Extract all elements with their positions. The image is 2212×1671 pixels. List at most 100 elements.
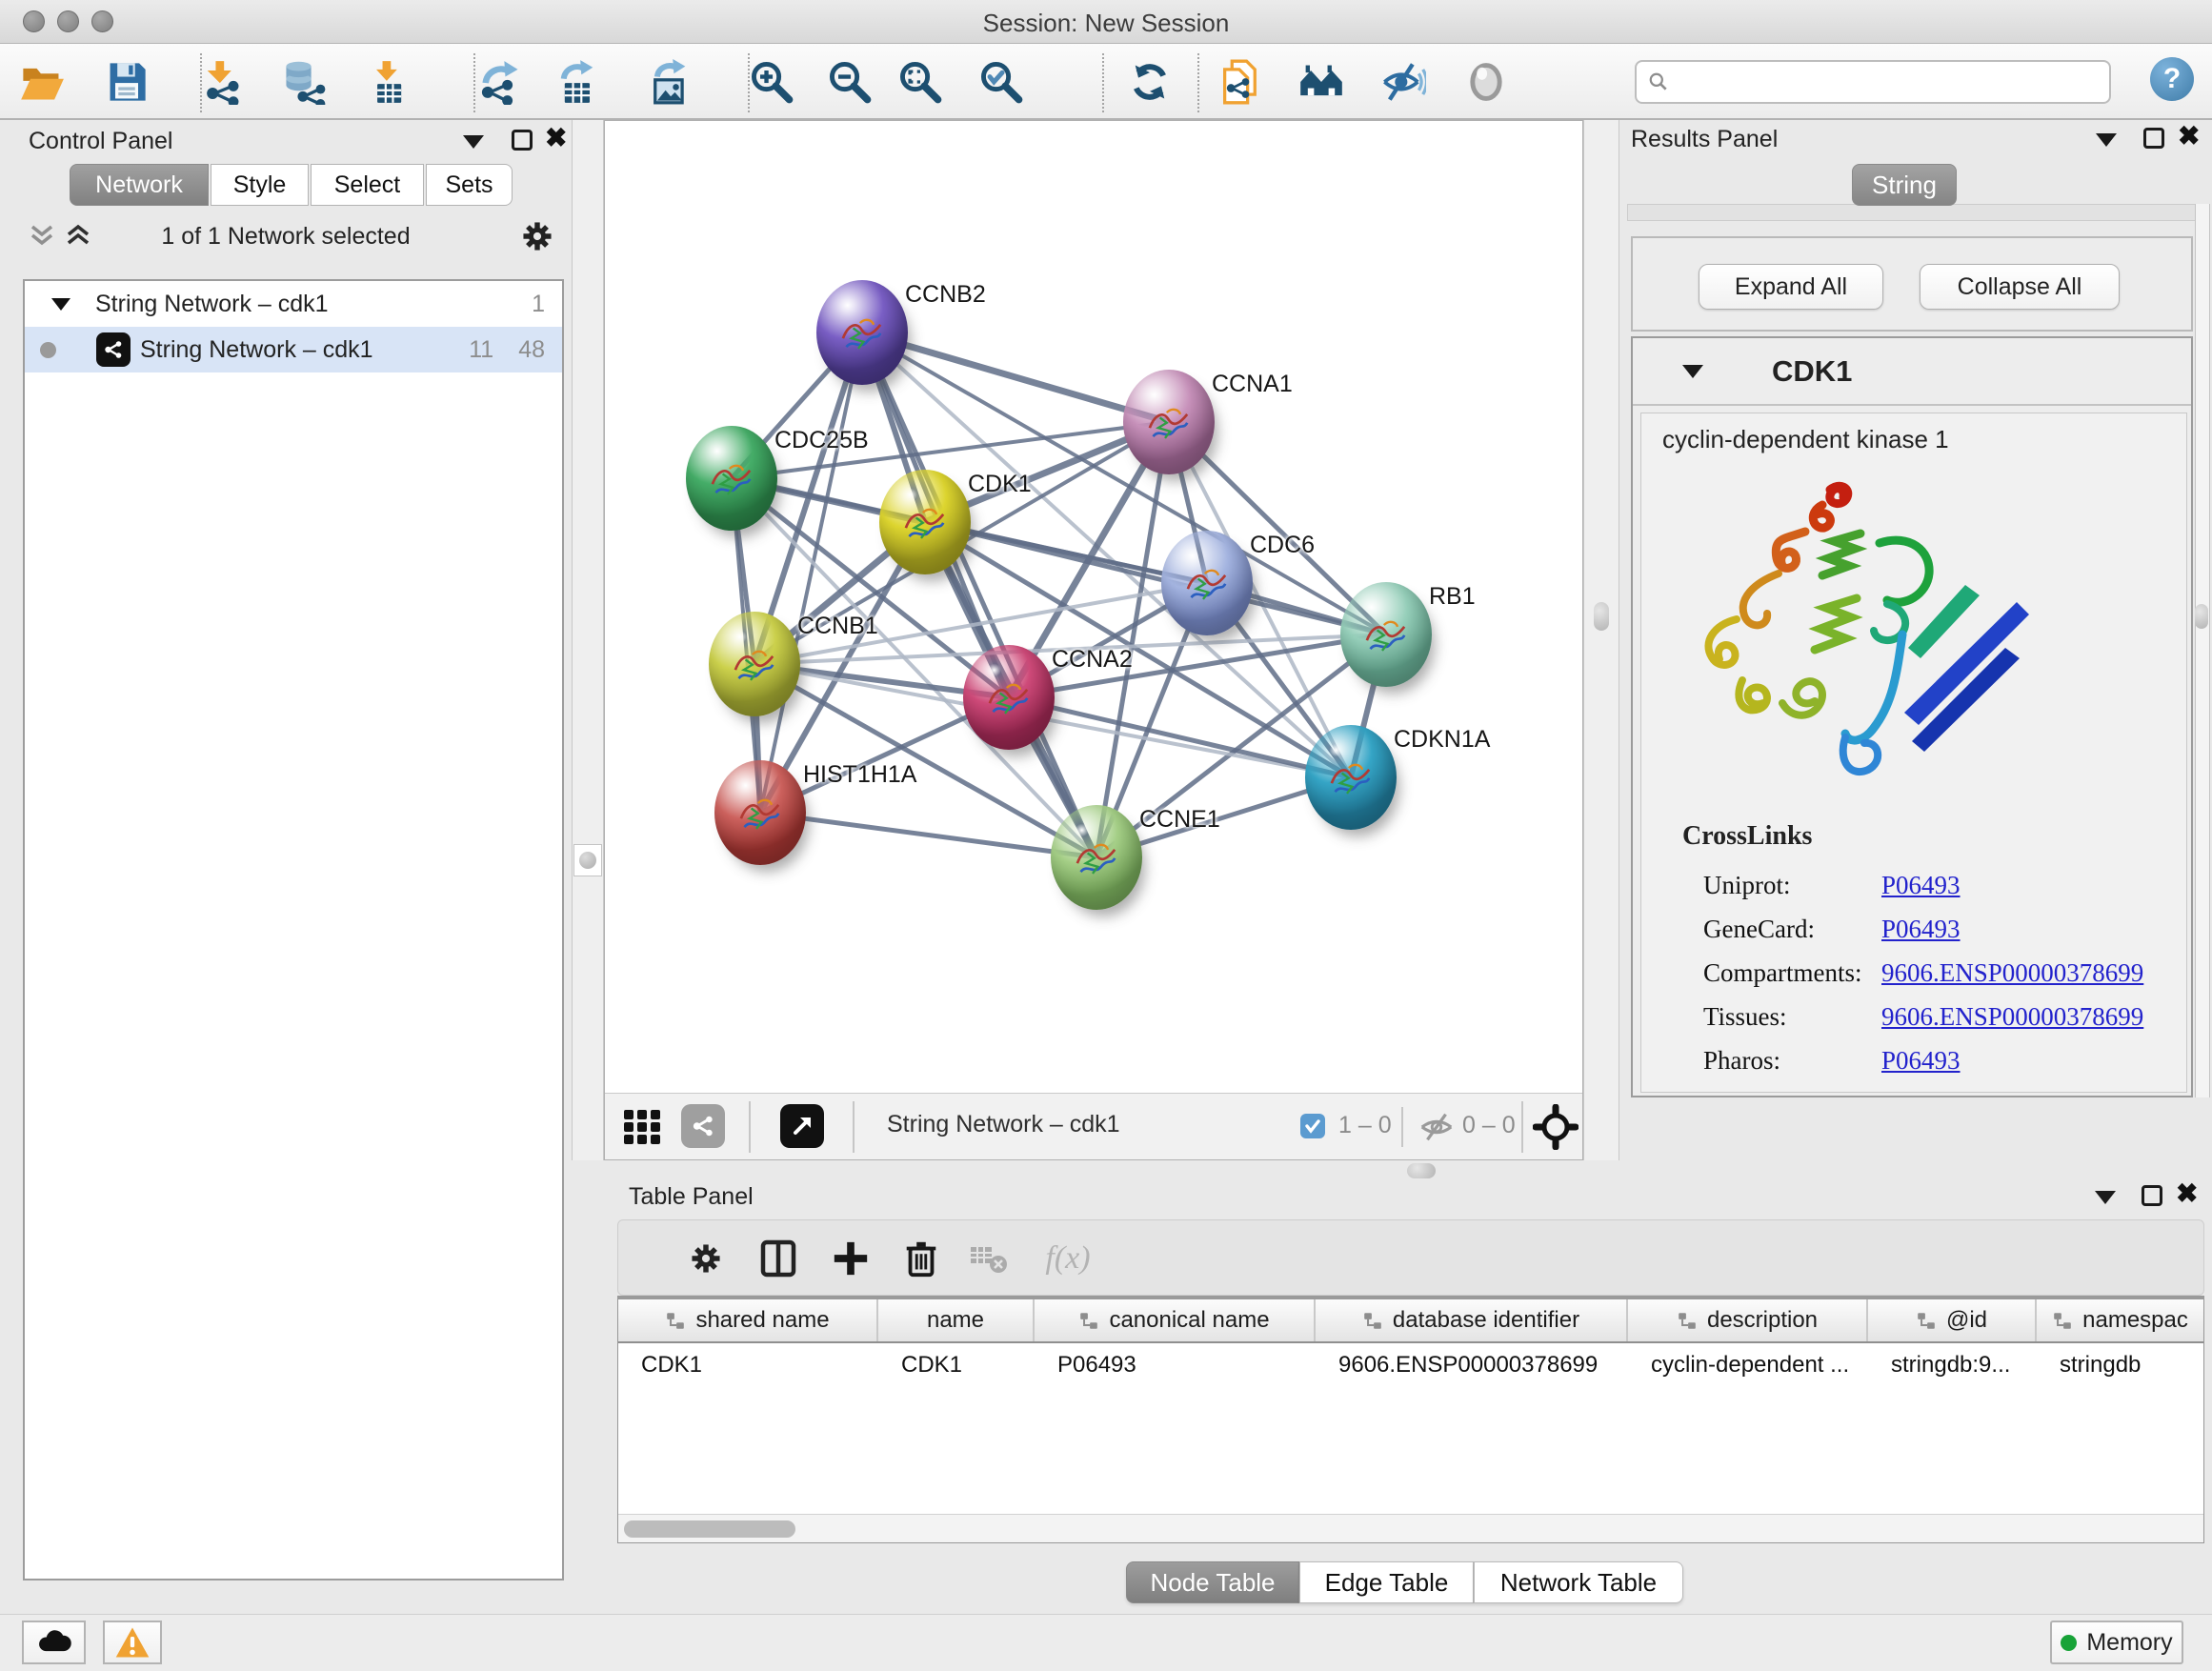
right-splitter[interactable] [1583, 120, 1619, 1160]
node-CCNA2[interactable] [963, 645, 1055, 750]
node-CCNE1[interactable] [1051, 805, 1142, 910]
node-CCNA1[interactable] [1123, 370, 1215, 474]
zoom-selected-icon[interactable] [976, 57, 1026, 107]
column-header-namespace[interactable]: namespac [2037, 1299, 2203, 1341]
tab-string[interactable]: String [1852, 164, 1957, 206]
edge-CCNB2-CCNA1[interactable] [862, 332, 1169, 422]
export-network-icon[interactable] [475, 57, 525, 107]
warning-button[interactable] [103, 1621, 162, 1664]
network-collection-row[interactable]: String Network – cdk1 1 [25, 281, 562, 327]
clone-network-icon[interactable] [1216, 57, 1265, 107]
open-session-icon[interactable] [17, 57, 67, 107]
splitter-handle[interactable] [1594, 602, 1609, 631]
crosslink-link[interactable]: 9606.ENSP00000378699 [1881, 1002, 2143, 1032]
import-table-file-icon[interactable] [363, 57, 412, 107]
panel-close-icon[interactable]: ✖ [545, 128, 567, 149]
table-horizontal-scrollbar[interactable] [618, 1514, 2203, 1542]
node-CCNB1[interactable] [709, 612, 800, 716]
horizontal-splitter[interactable] [572, 1160, 2212, 1181]
panel-menu-caret-icon[interactable] [2096, 133, 2117, 147]
edge-CCNB2-HIST1H1A[interactable] [760, 332, 862, 813]
save-session-icon[interactable] [102, 57, 151, 107]
tab-network-table[interactable]: Network Table [1474, 1561, 1683, 1603]
hide-selected-eye-icon[interactable] [1378, 57, 1428, 107]
table-settings-gear-icon[interactable] [681, 1234, 731, 1283]
panel-float-icon[interactable] [2142, 1185, 2162, 1206]
string-share-icon[interactable] [681, 1104, 725, 1148]
expand-all-chevron-icon[interactable] [61, 219, 95, 253]
node-CDC6[interactable] [1161, 531, 1253, 635]
column-header-id[interactable]: @id [1868, 1299, 2037, 1341]
crosslink-link[interactable]: P06493 [1881, 915, 1961, 944]
create-column-plus-icon[interactable] [826, 1234, 875, 1283]
cell-database-identifier[interactable]: 9606.ENSP00000378699 [1316, 1345, 1628, 1385]
panel-menu-caret-icon[interactable] [463, 135, 484, 149]
network-layer[interactable]: CCNB2CCNA1CDC25BCDK1CDC6RB1CCNB1CCNA2CDK… [605, 121, 1584, 1093]
crosslink-link[interactable]: P06493 [1881, 1046, 1961, 1076]
tab-style[interactable]: Style [211, 164, 309, 206]
splitter-handle[interactable] [1407, 1163, 1436, 1178]
edge-HIST1H1A-CCNE1[interactable] [760, 813, 1096, 857]
import-network-file-icon[interactable] [197, 57, 247, 107]
collapse-all-button[interactable]: Collapse All [1920, 264, 2120, 310]
gene-collapse-caret-icon[interactable] [1682, 365, 1703, 378]
memory-button[interactable]: Memory [2050, 1621, 2183, 1664]
panel-float-icon[interactable] [2143, 128, 2164, 149]
column-header-name[interactable]: name [878, 1299, 1035, 1341]
splitter-handle[interactable] [573, 844, 602, 876]
search-input[interactable] [1635, 60, 2111, 104]
edge-CDK1-RB1[interactable] [925, 522, 1386, 634]
crosslink-link[interactable]: P06493 [1881, 871, 1961, 900]
collapse-all-chevron-icon[interactable] [25, 219, 59, 253]
import-network-database-icon[interactable] [279, 57, 329, 107]
cell-shared-name[interactable]: CDK1 [618, 1345, 878, 1385]
cell-namespace[interactable]: stringdb [2037, 1345, 2203, 1385]
column-header-shared-name[interactable]: shared name [618, 1299, 878, 1341]
panel-menu-caret-icon[interactable] [2095, 1191, 2116, 1204]
cell-canonical-name[interactable]: P06493 [1035, 1345, 1316, 1385]
gene-header-row[interactable]: CDK1 [1633, 338, 2191, 406]
zoom-fit-icon[interactable] [895, 57, 945, 107]
hidden-eye-icon[interactable] [1417, 1107, 1457, 1152]
tab-sets[interactable]: Sets [426, 164, 513, 206]
show-all-eye-icon[interactable] [1461, 57, 1511, 107]
column-header-canonical-name[interactable]: canonical name [1035, 1299, 1316, 1341]
show-columns-icon[interactable] [754, 1234, 803, 1283]
open-in-browser-icon[interactable] [780, 1104, 824, 1148]
zoom-out-icon[interactable] [825, 57, 875, 107]
tab-select[interactable]: Select [311, 164, 424, 206]
crosslink-link[interactable]: 9606.ENSP00000378699 [1881, 958, 2143, 988]
export-image-icon[interactable] [645, 57, 694, 107]
cell-description[interactable]: cyclin-dependent ... [1628, 1345, 1868, 1385]
column-header-description[interactable]: description [1628, 1299, 1868, 1341]
results-scrollbar[interactable] [2195, 204, 2210, 1097]
selected-nodes-checkbox-icon[interactable] [1300, 1114, 1325, 1138]
help-button[interactable]: ? [2150, 57, 2194, 101]
tab-node-table[interactable]: Node Table [1126, 1561, 1299, 1603]
node-HIST1H1A[interactable] [714, 760, 806, 865]
column-header-database-identifier[interactable]: database identifier [1316, 1299, 1628, 1341]
panel-close-icon[interactable]: ✖ [2176, 1183, 2198, 1204]
export-table-icon[interactable] [553, 57, 603, 107]
expand-all-button[interactable]: Expand All [1699, 264, 1883, 310]
node-CDK1[interactable] [879, 470, 971, 574]
cell-name[interactable]: CDK1 [878, 1345, 1035, 1385]
scrollbar-thumb[interactable] [624, 1520, 795, 1538]
node-CDKN1A[interactable] [1305, 725, 1397, 830]
refresh-icon[interactable] [1125, 57, 1175, 107]
panel-float-icon[interactable] [512, 130, 533, 151]
first-neighbors-icon[interactable] [1297, 57, 1346, 107]
crosshair-icon[interactable] [1533, 1104, 1579, 1155]
tree-expand-icon[interactable] [51, 298, 70, 311]
grid-view-icon[interactable] [622, 1106, 664, 1153]
panel-close-icon[interactable]: ✖ [2178, 126, 2200, 147]
network-row-selected[interactable]: String Network – cdk1 11 48 [25, 327, 562, 372]
node-CDC25B[interactable] [686, 426, 777, 531]
node-RB1[interactable] [1340, 582, 1432, 687]
delete-column-trash-icon[interactable] [896, 1234, 946, 1283]
node-CCNB2[interactable] [816, 280, 908, 385]
zoom-in-icon[interactable] [747, 57, 796, 107]
cell-id[interactable]: stringdb:9... [1868, 1345, 2037, 1385]
network-options-gear-icon[interactable] [518, 217, 556, 255]
network-canvas[interactable]: CCNB2CCNA1CDC25BCDK1CDC6RB1CCNB1CCNA2CDK… [604, 120, 1583, 1160]
